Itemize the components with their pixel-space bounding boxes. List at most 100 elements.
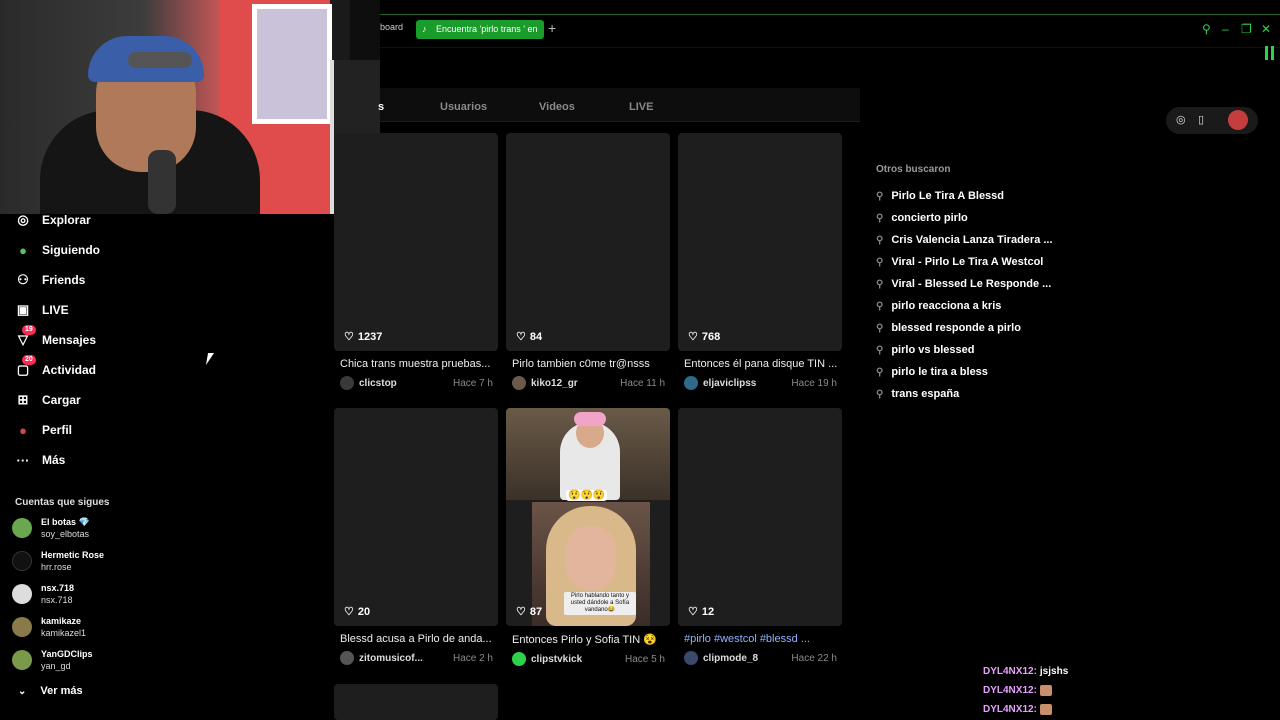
- video-caption[interactable]: Entonces Pirlo y Sofia TIN 😵: [506, 633, 670, 646]
- video-caption[interactable]: Chica trans muestra pruebas...: [334, 358, 498, 370]
- activity-icon: ▢ 20: [14, 355, 36, 379]
- heart-icon: ♡: [344, 606, 354, 618]
- video-thumbnail[interactable]: [334, 684, 498, 720]
- video-card[interactable]: 😲😲😲 Pirlo hablando tanto y usted dándole…: [506, 408, 670, 666]
- pause-icon[interactable]: [1265, 46, 1275, 60]
- video-username[interactable]: clipstvkick: [531, 654, 625, 665]
- browser-tab-title: Encuentra 'pirlo trans ' en: [436, 24, 538, 34]
- like-count: ♡ 768: [688, 330, 721, 344]
- tab-live[interactable]: LIVE: [629, 101, 653, 113]
- following-section-title: Cuentas que sigues: [15, 497, 110, 508]
- sidebar-item-live[interactable]: ▣ LIVE: [14, 299, 69, 321]
- profile-avatar[interactable]: [1228, 110, 1248, 130]
- account-name: YanGDClips: [41, 649, 93, 659]
- followed-account[interactable]: Hermetic Rose hrr.rose: [12, 547, 104, 575]
- account-handle: hrr.rose: [41, 562, 72, 572]
- followed-account[interactable]: kamikaze kamikazel1: [12, 613, 86, 641]
- video-time: Hace 5 h: [624, 653, 665, 665]
- tab-videos[interactable]: Videos: [539, 101, 575, 113]
- heart-icon: ♡: [516, 331, 526, 343]
- account-name: El botas 💎: [41, 517, 90, 527]
- video-card[interactable]: ♡ 768 Entonces él pana disque TIN ... elj…: [678, 133, 842, 390]
- video-username[interactable]: zitomusicof...: [359, 653, 453, 664]
- followed-account[interactable]: El botas 💎 soy_elbotas: [12, 514, 90, 542]
- close-button[interactable]: ✕: [1261, 22, 1271, 36]
- avatar: [684, 651, 698, 665]
- sidebar-item-label: Más: [42, 453, 66, 467]
- suggested-search[interactable]: ⚲ pirlo reacciona a kris: [876, 300, 1001, 312]
- sidebar-item-label: LIVE: [42, 303, 69, 317]
- video-card[interactable]: ♡ 1237 Chica trans muestra pruebas... cli…: [334, 133, 498, 390]
- sidebar-item-label: Mensajes: [42, 333, 97, 347]
- browser-tab-active[interactable]: ♪ Encuentra 'pirlo trans ' en: [416, 20, 544, 39]
- others-searched-title: Otros buscaron: [876, 164, 951, 175]
- following-avatar-icon: ●: [19, 242, 27, 258]
- thumbnail-emojis: 😲😲😲: [566, 490, 608, 501]
- search-icon: ⚲: [876, 234, 884, 246]
- suggested-search[interactable]: ⚲ trans españa: [876, 388, 959, 400]
- search-icon: ⚲: [876, 366, 884, 378]
- suggested-search[interactable]: ⚲ Viral - Pirlo Le Tira A Westcol: [876, 256, 1043, 268]
- video-card[interactable]: ♡ 20 Blessd acusa a Pirlo de anda... zito…: [334, 408, 498, 665]
- video-thumbnail[interactable]: ♡ 768: [678, 133, 842, 351]
- video-username[interactable]: eljaviclipss: [703, 378, 791, 389]
- search-icon: ⚲: [876, 190, 884, 202]
- avatar: [12, 551, 32, 571]
- video-thumbnail[interactable]: ♡ 84: [506, 133, 670, 351]
- browser-tab-previous[interactable]: board: [380, 22, 403, 32]
- video-caption[interactable]: Blessd acusa a Pirlo de anda...: [334, 633, 498, 645]
- tab-usuarios[interactable]: Usuarios: [440, 101, 487, 113]
- chat-username: DYL4NX12:: [983, 666, 1037, 677]
- minimize-button[interactable]: –: [1222, 22, 1229, 36]
- followed-account[interactable]: nsx.718 nsx.718: [12, 580, 74, 608]
- video-thumbnail[interactable]: 😲😲😲 Pirlo hablando tanto y usted dándole…: [506, 408, 670, 626]
- avatar: [12, 650, 32, 670]
- suggested-search[interactable]: ⚲ Pirlo Le Tira A Blessd: [876, 190, 1004, 202]
- upload-plus-icon: ⊞: [17, 392, 29, 407]
- suggested-search[interactable]: ⚲ Viral - Blessed Le Responde ...: [876, 278, 1051, 290]
- sidebar-item-siguiendo[interactable]: ● Siguiendo: [14, 239, 100, 261]
- suggested-search[interactable]: ⚲ pirlo le tira a bless: [876, 366, 988, 378]
- see-more-button[interactable]: ⌄ Ver más: [18, 685, 83, 697]
- sidebar-item-actividad[interactable]: ▢ 20 Actividad: [14, 355, 96, 381]
- sidebar-item-explorar[interactable]: ◎ Explorar: [14, 209, 90, 231]
- search-icon[interactable]: ⚲: [1202, 22, 1211, 36]
- video-card[interactable]: [334, 684, 498, 720]
- new-tab-button[interactable]: +: [548, 20, 556, 36]
- suggested-search[interactable]: ⚲ pirlo vs blessed: [876, 344, 974, 356]
- tab-top[interactable]: s: [378, 101, 384, 113]
- video-card[interactable]: ♡ 12 #pirlo #westcol #blessd ... clipmode…: [678, 408, 842, 665]
- suggested-search[interactable]: ⚲ concierto pirlo: [876, 212, 968, 224]
- sidebar-item-perfil[interactable]: ● Perfil: [14, 419, 72, 441]
- followed-account[interactable]: YanGDClips yan_gd: [12, 646, 93, 674]
- avatar: [12, 617, 32, 637]
- suggested-search[interactable]: ⚲ blessed responde a pirlo: [876, 322, 1021, 334]
- sidebar-item-mensajes[interactable]: ▽ 19 Mensajes: [14, 325, 97, 351]
- sidebar-item-mas[interactable]: ··· Más: [14, 449, 66, 471]
- video-thumbnail[interactable]: ♡ 12: [678, 408, 842, 626]
- account-handle: nsx.718: [41, 595, 73, 605]
- sidebar-item-friends[interactable]: ⚇ Friends: [14, 269, 85, 291]
- suggested-search[interactable]: ⚲ Cris Valencia Lanza Tiradera ...: [876, 234, 1053, 246]
- chat-message: DYL4NX12:: [983, 704, 1052, 715]
- like-count: ♡ 87: [516, 605, 543, 619]
- webcam-overlay: [0, 0, 380, 214]
- video-caption[interactable]: Pirlo tambien c0me tr@nsss: [506, 358, 670, 370]
- avatar: [12, 584, 32, 604]
- video-thumbnail[interactable]: ♡ 1237: [334, 133, 498, 351]
- video-caption[interactable]: Entonces él pana disque TIN ...: [678, 358, 842, 370]
- search-icon: ⚲: [876, 322, 884, 334]
- video-thumbnail[interactable]: ♡ 20: [334, 408, 498, 626]
- video-caption[interactable]: #pirlo #westcol #blessd ...: [678, 633, 842, 645]
- search-tabs: s Usuarios Videos LIVE: [378, 88, 860, 122]
- mobile-device-icon[interactable]: ▯: [1198, 113, 1204, 126]
- video-username[interactable]: kiko12_gr: [531, 378, 620, 389]
- video-username[interactable]: clipmode_8: [703, 653, 791, 664]
- video-card[interactable]: ♡ 84 Pirlo tambien c0me tr@nsss kiko12_gr…: [506, 133, 670, 390]
- video-username[interactable]: clicstop: [359, 378, 453, 389]
- explore-compass-icon[interactable]: ◎: [1176, 113, 1186, 126]
- more-dots-icon: ···: [16, 452, 30, 468]
- maximize-button[interactable]: ❐: [1241, 22, 1252, 36]
- sidebar-item-cargar[interactable]: ⊞ Cargar: [14, 389, 81, 411]
- tab-strip-line: [380, 14, 1280, 15]
